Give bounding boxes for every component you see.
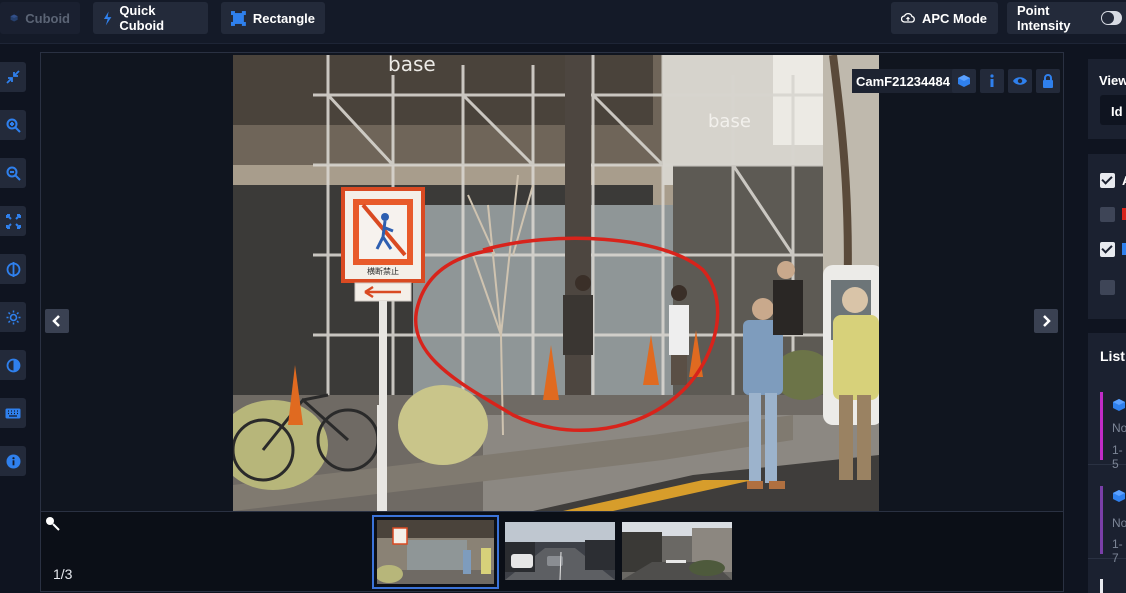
image-viewer: 横断禁止 base base CamF21234484 1/3 — [40, 52, 1064, 592]
visibility-button[interactable] — [1008, 69, 1032, 93]
lightning-icon — [103, 11, 112, 25]
camera-label: CamF21234484 — [852, 69, 954, 93]
view-panel: View Id — [1088, 59, 1126, 139]
cloud-upload-icon — [901, 12, 915, 23]
collapse-icon — [6, 70, 20, 84]
rectangle-label: Rectangle — [252, 10, 315, 26]
rectangle-button[interactable]: Rectangle — [221, 2, 325, 34]
item-color-bar — [1100, 392, 1103, 460]
item-line2: 1-7 — [1112, 537, 1123, 565]
contrast-button[interactable] — [0, 350, 26, 380]
cuboid-button[interactable]: Cuboid — [0, 2, 80, 34]
top-toolbar: Cuboid Quick Cuboid Rectangle APC Mode P… — [0, 0, 1126, 44]
chevron-right-icon — [1043, 315, 1051, 327]
magnifier-icon[interactable] — [45, 516, 61, 532]
cube-icon — [1113, 490, 1125, 502]
cuboid-label: Cuboid — [25, 10, 70, 26]
sign-text: 横断禁止 — [367, 266, 399, 276]
checkbox-4[interactable] — [1100, 280, 1115, 295]
contrast-split-icon — [6, 261, 20, 277]
cube-icon — [10, 14, 18, 22]
thumbnail-3[interactable] — [622, 522, 732, 580]
toggle-switch[interactable] — [1100, 11, 1122, 25]
street-scene: 横断禁止 base base — [233, 55, 879, 511]
thumbnail-image-3 — [622, 522, 732, 580]
item-color-bar — [1100, 486, 1103, 554]
store-sign-2: base — [708, 111, 751, 132]
color-swatch-red — [1122, 208, 1126, 220]
next-image-button[interactable] — [1034, 309, 1058, 333]
quick-cuboid-button[interactable]: Quick Cuboid — [93, 2, 208, 34]
chevron-left-icon — [52, 315, 60, 327]
keyboard-icon — [5, 408, 21, 418]
checkbox-all[interactable] — [1100, 173, 1115, 188]
previous-image-button[interactable] — [45, 309, 69, 333]
view-select-value: Id — [1111, 104, 1123, 119]
eye-icon — [1013, 77, 1027, 85]
thumbnail-image-2 — [505, 522, 615, 580]
list-item[interactable]: No 1-7 — [1088, 479, 1126, 565]
cube-icon — [1113, 399, 1125, 411]
info-button[interactable] — [0, 446, 26, 476]
quick-cuboid-label: Quick Cuboid — [119, 3, 165, 33]
zoom-in-icon — [6, 118, 21, 133]
fit-screen-icon — [5, 213, 21, 229]
point-intensity-toggle[interactable]: Point Intensity — [1007, 2, 1126, 34]
image-counter: 1/3 — [53, 566, 73, 582]
camera-info-button[interactable] — [980, 69, 1004, 93]
thumbnail-2[interactable] — [505, 522, 615, 580]
item-line2: 1-5 — [1112, 443, 1123, 471]
item-color-bar — [1100, 579, 1103, 593]
contrast-icon — [6, 358, 20, 372]
lock-button[interactable] — [1036, 69, 1060, 93]
item-line1: No — [1112, 516, 1126, 530]
camera-image[interactable]: 横断禁止 base base — [233, 55, 879, 511]
apc-mode-label: APC Mode — [922, 10, 987, 26]
list-title: List — [1100, 348, 1125, 364]
checkbox-all-label: A — [1122, 173, 1126, 188]
cube-view-button[interactable] — [952, 69, 976, 93]
list-item[interactable]: No 1-5 — [1088, 385, 1126, 471]
view-label: View — [1099, 73, 1126, 88]
zoom-out-button[interactable] — [0, 158, 26, 188]
contrast-split-button[interactable] — [0, 254, 26, 284]
store-sign: base — [388, 55, 436, 76]
zoom-in-button[interactable] — [0, 110, 26, 140]
point-intensity-label: Point Intensity — [1017, 3, 1071, 33]
info-icon — [6, 454, 20, 468]
left-toolbar — [0, 56, 30, 593]
cube-icon — [958, 75, 970, 87]
thumbnail-strip: 1/3 — [41, 511, 1063, 591]
collapse-button[interactable] — [0, 62, 26, 92]
apc-mode-button[interactable]: APC Mode — [891, 2, 998, 34]
view-select[interactable]: Id — [1100, 95, 1126, 125]
thumbnail-image-1 — [375, 520, 494, 584]
thumbnail-1[interactable] — [372, 515, 499, 589]
object-list-panel: List No 1-5 No 1-7 — [1088, 333, 1126, 593]
brightness-icon — [6, 310, 20, 324]
keyboard-shortcuts-button[interactable] — [0, 398, 26, 428]
rectangle-tool-icon — [231, 10, 246, 26]
zoom-out-icon — [6, 166, 21, 181]
checkbox-3[interactable] — [1100, 242, 1115, 257]
color-swatch-blue — [1122, 243, 1126, 255]
brightness-button[interactable] — [0, 302, 26, 332]
item-line1: No — [1112, 421, 1126, 435]
checkbox-2[interactable] — [1100, 207, 1115, 222]
info-icon — [990, 74, 994, 87]
filter-panel: A — [1088, 154, 1126, 319]
lock-icon — [1043, 74, 1053, 88]
fit-screen-button[interactable] — [0, 206, 26, 236]
